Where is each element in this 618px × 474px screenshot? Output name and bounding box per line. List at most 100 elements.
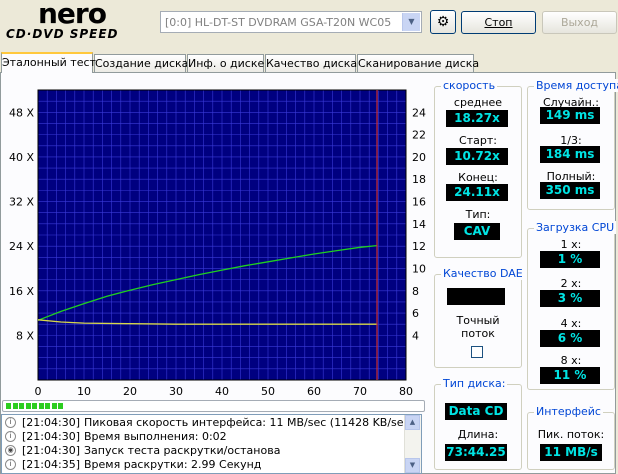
y-left-tick-label: 48 X bbox=[9, 106, 34, 119]
accurate-stream-checkbox[interactable] bbox=[471, 346, 483, 358]
log-scrollbar[interactable]: ▲ ▼ bbox=[404, 415, 421, 473]
y-right-tick-label: 16 bbox=[412, 196, 426, 209]
disc-type-value: Data CD bbox=[445, 403, 507, 420]
cpu-8x-value: 11 % bbox=[540, 367, 600, 384]
tab-label: Создание диска bbox=[95, 57, 189, 70]
x-tick-label: 70 bbox=[353, 385, 367, 398]
cpu-group-title: Загрузка CPU bbox=[534, 221, 617, 234]
log-time: [21:04:35] bbox=[22, 458, 80, 471]
cpu-2x-label: 2 x: bbox=[560, 277, 582, 290]
cpu-1x-label: 1 x: bbox=[560, 238, 582, 251]
scroll-up-icon[interactable]: ▲ bbox=[405, 415, 420, 430]
progress-segment bbox=[38, 403, 44, 409]
speed-start-value: 10.72x bbox=[446, 148, 508, 165]
cd-dvd-speed-logo: CD·DVD SPEED bbox=[6, 27, 119, 41]
speed-start-label: Старт: bbox=[459, 134, 497, 147]
progress-segment bbox=[25, 403, 31, 409]
y-left-tick-label: 8 X bbox=[16, 329, 34, 342]
tab-label: Инф. о диске bbox=[188, 57, 265, 70]
progress-segment bbox=[32, 403, 37, 409]
y-right-tick-label: 24 bbox=[412, 106, 426, 119]
x-tick-label: 60 bbox=[307, 385, 321, 398]
tab-strip: Эталонный тест Создание диска Инф. о дис… bbox=[0, 52, 618, 73]
tab-label: Эталонный тест bbox=[2, 56, 96, 69]
x-tick-label: 20 bbox=[123, 385, 137, 398]
log-message: Время выполнения: 0:02 bbox=[84, 430, 227, 443]
burst-rate-value: 11 MB/s bbox=[540, 444, 602, 461]
y-right-tick-label: 20 bbox=[412, 151, 426, 164]
progress-segment bbox=[45, 403, 50, 409]
y-left-tick-label: 16 X bbox=[9, 285, 34, 298]
cpu-8x-label: 8 x: bbox=[560, 354, 582, 367]
x-tick-label: 10 bbox=[77, 385, 91, 398]
disc-length-value: 73:44.25 bbox=[445, 444, 507, 461]
disc-group-title: Тип диска: bbox=[441, 377, 508, 390]
access-third-value: 184 ms bbox=[540, 146, 600, 163]
dae-group-title: Качество DAE bbox=[441, 267, 525, 280]
x-tick-label: 80 bbox=[399, 385, 413, 398]
tab-label: Сканирование диска bbox=[358, 57, 480, 70]
log-list[interactable]: i [21:04:30] Пиковая скорость интерфейса… bbox=[1, 414, 422, 474]
y-left-tick-label: 40 X bbox=[9, 151, 34, 164]
log-time: [21:04:30] bbox=[22, 416, 80, 429]
tab-disc-quality[interactable]: Качество диска bbox=[265, 54, 358, 72]
interface-group-title: Интерфейс bbox=[534, 405, 603, 418]
chevron-down-icon[interactable]: ▼ bbox=[402, 13, 420, 31]
y-right-tick-label: 10 bbox=[412, 262, 426, 275]
progress-segment bbox=[58, 403, 63, 409]
speed-average-label: среднее bbox=[453, 96, 503, 109]
burst-rate-label: Пик. поток: bbox=[537, 428, 605, 441]
stop-button[interactable]: Стоп bbox=[461, 11, 536, 34]
speed-average-value: 18.27x bbox=[446, 110, 508, 127]
x-tick-label: 30 bbox=[169, 385, 183, 398]
drive-select[interactable]: [0:0] HL-DT-ST DVDRAM GSA-T20N WC05 ▼ bbox=[160, 11, 422, 33]
progress-segment bbox=[19, 403, 24, 409]
access-group-title: Время доступа bbox=[534, 79, 618, 92]
options-button[interactable]: ⚙ bbox=[430, 10, 456, 34]
progress-segment bbox=[6, 403, 11, 409]
speed-type-label: Тип: bbox=[465, 208, 491, 221]
log-time: [21:04:30] bbox=[22, 430, 80, 443]
y-right-tick-label: 8 bbox=[412, 285, 419, 298]
info-icon: i bbox=[5, 417, 16, 428]
log-message: Пиковая скорость интерфейса: 11 MB/sec (… bbox=[84, 416, 414, 429]
info-icon: i bbox=[5, 431, 16, 442]
tab-disc-scan[interactable]: Сканирование диска bbox=[357, 54, 479, 72]
x-tick-label: 50 bbox=[261, 385, 275, 398]
y-right-tick-label: 6 bbox=[412, 307, 419, 320]
speed-type-value: CAV bbox=[454, 223, 500, 240]
tab-benchmark[interactable]: Эталонный тест bbox=[1, 52, 96, 73]
nero-logo: nero bbox=[38, 0, 107, 30]
dae-accurate-stream-label: Точный поток bbox=[456, 314, 500, 340]
y-right-tick-label: 18 bbox=[412, 173, 426, 186]
progress-segment bbox=[51, 403, 57, 409]
y-right-tick-label: 12 bbox=[412, 240, 426, 253]
y-left-tick-label: 24 X bbox=[9, 240, 34, 253]
exit-button-label: Выход bbox=[560, 16, 599, 29]
scroll-down-icon[interactable]: ▼ bbox=[405, 458, 420, 473]
disc-length-label: Длина: bbox=[457, 428, 499, 441]
speed-end-value: 24.11x bbox=[446, 184, 508, 201]
log-time: [21:04:30] bbox=[22, 444, 80, 457]
cpu-4x-value: 6 % bbox=[540, 330, 600, 347]
progress-bar bbox=[2, 400, 425, 412]
x-tick-label: 0 bbox=[35, 385, 42, 398]
exit-button: Выход bbox=[542, 11, 617, 34]
drive-select-value: [0:0] HL-DT-ST DVDRAM GSA-T20N WC05 bbox=[165, 16, 392, 29]
cpu-1x-value: 1 % bbox=[540, 251, 600, 268]
tab-create-disc[interactable]: Создание диска bbox=[94, 54, 189, 72]
speed-group-title: скорость bbox=[441, 79, 498, 92]
y-right-tick-label: 22 bbox=[412, 129, 426, 142]
y-right-tick-label: 4 bbox=[412, 329, 419, 342]
y-left-tick-label: 32 X bbox=[9, 196, 34, 209]
info-icon: i bbox=[5, 459, 16, 470]
progress-segment bbox=[12, 403, 18, 409]
stop-button-label: Стоп bbox=[484, 16, 513, 29]
cpu-4x-label: 4 x: bbox=[560, 317, 582, 330]
tab-label: Качество диска bbox=[266, 57, 358, 70]
access-full-value: 350 ms bbox=[540, 182, 600, 199]
tools-icon: ⚙ bbox=[436, 14, 450, 30]
tab-disc-info[interactable]: Инф. о диске bbox=[187, 54, 264, 72]
interface-group: Интерфейс bbox=[527, 405, 615, 470]
dae-quality-value bbox=[447, 288, 505, 305]
